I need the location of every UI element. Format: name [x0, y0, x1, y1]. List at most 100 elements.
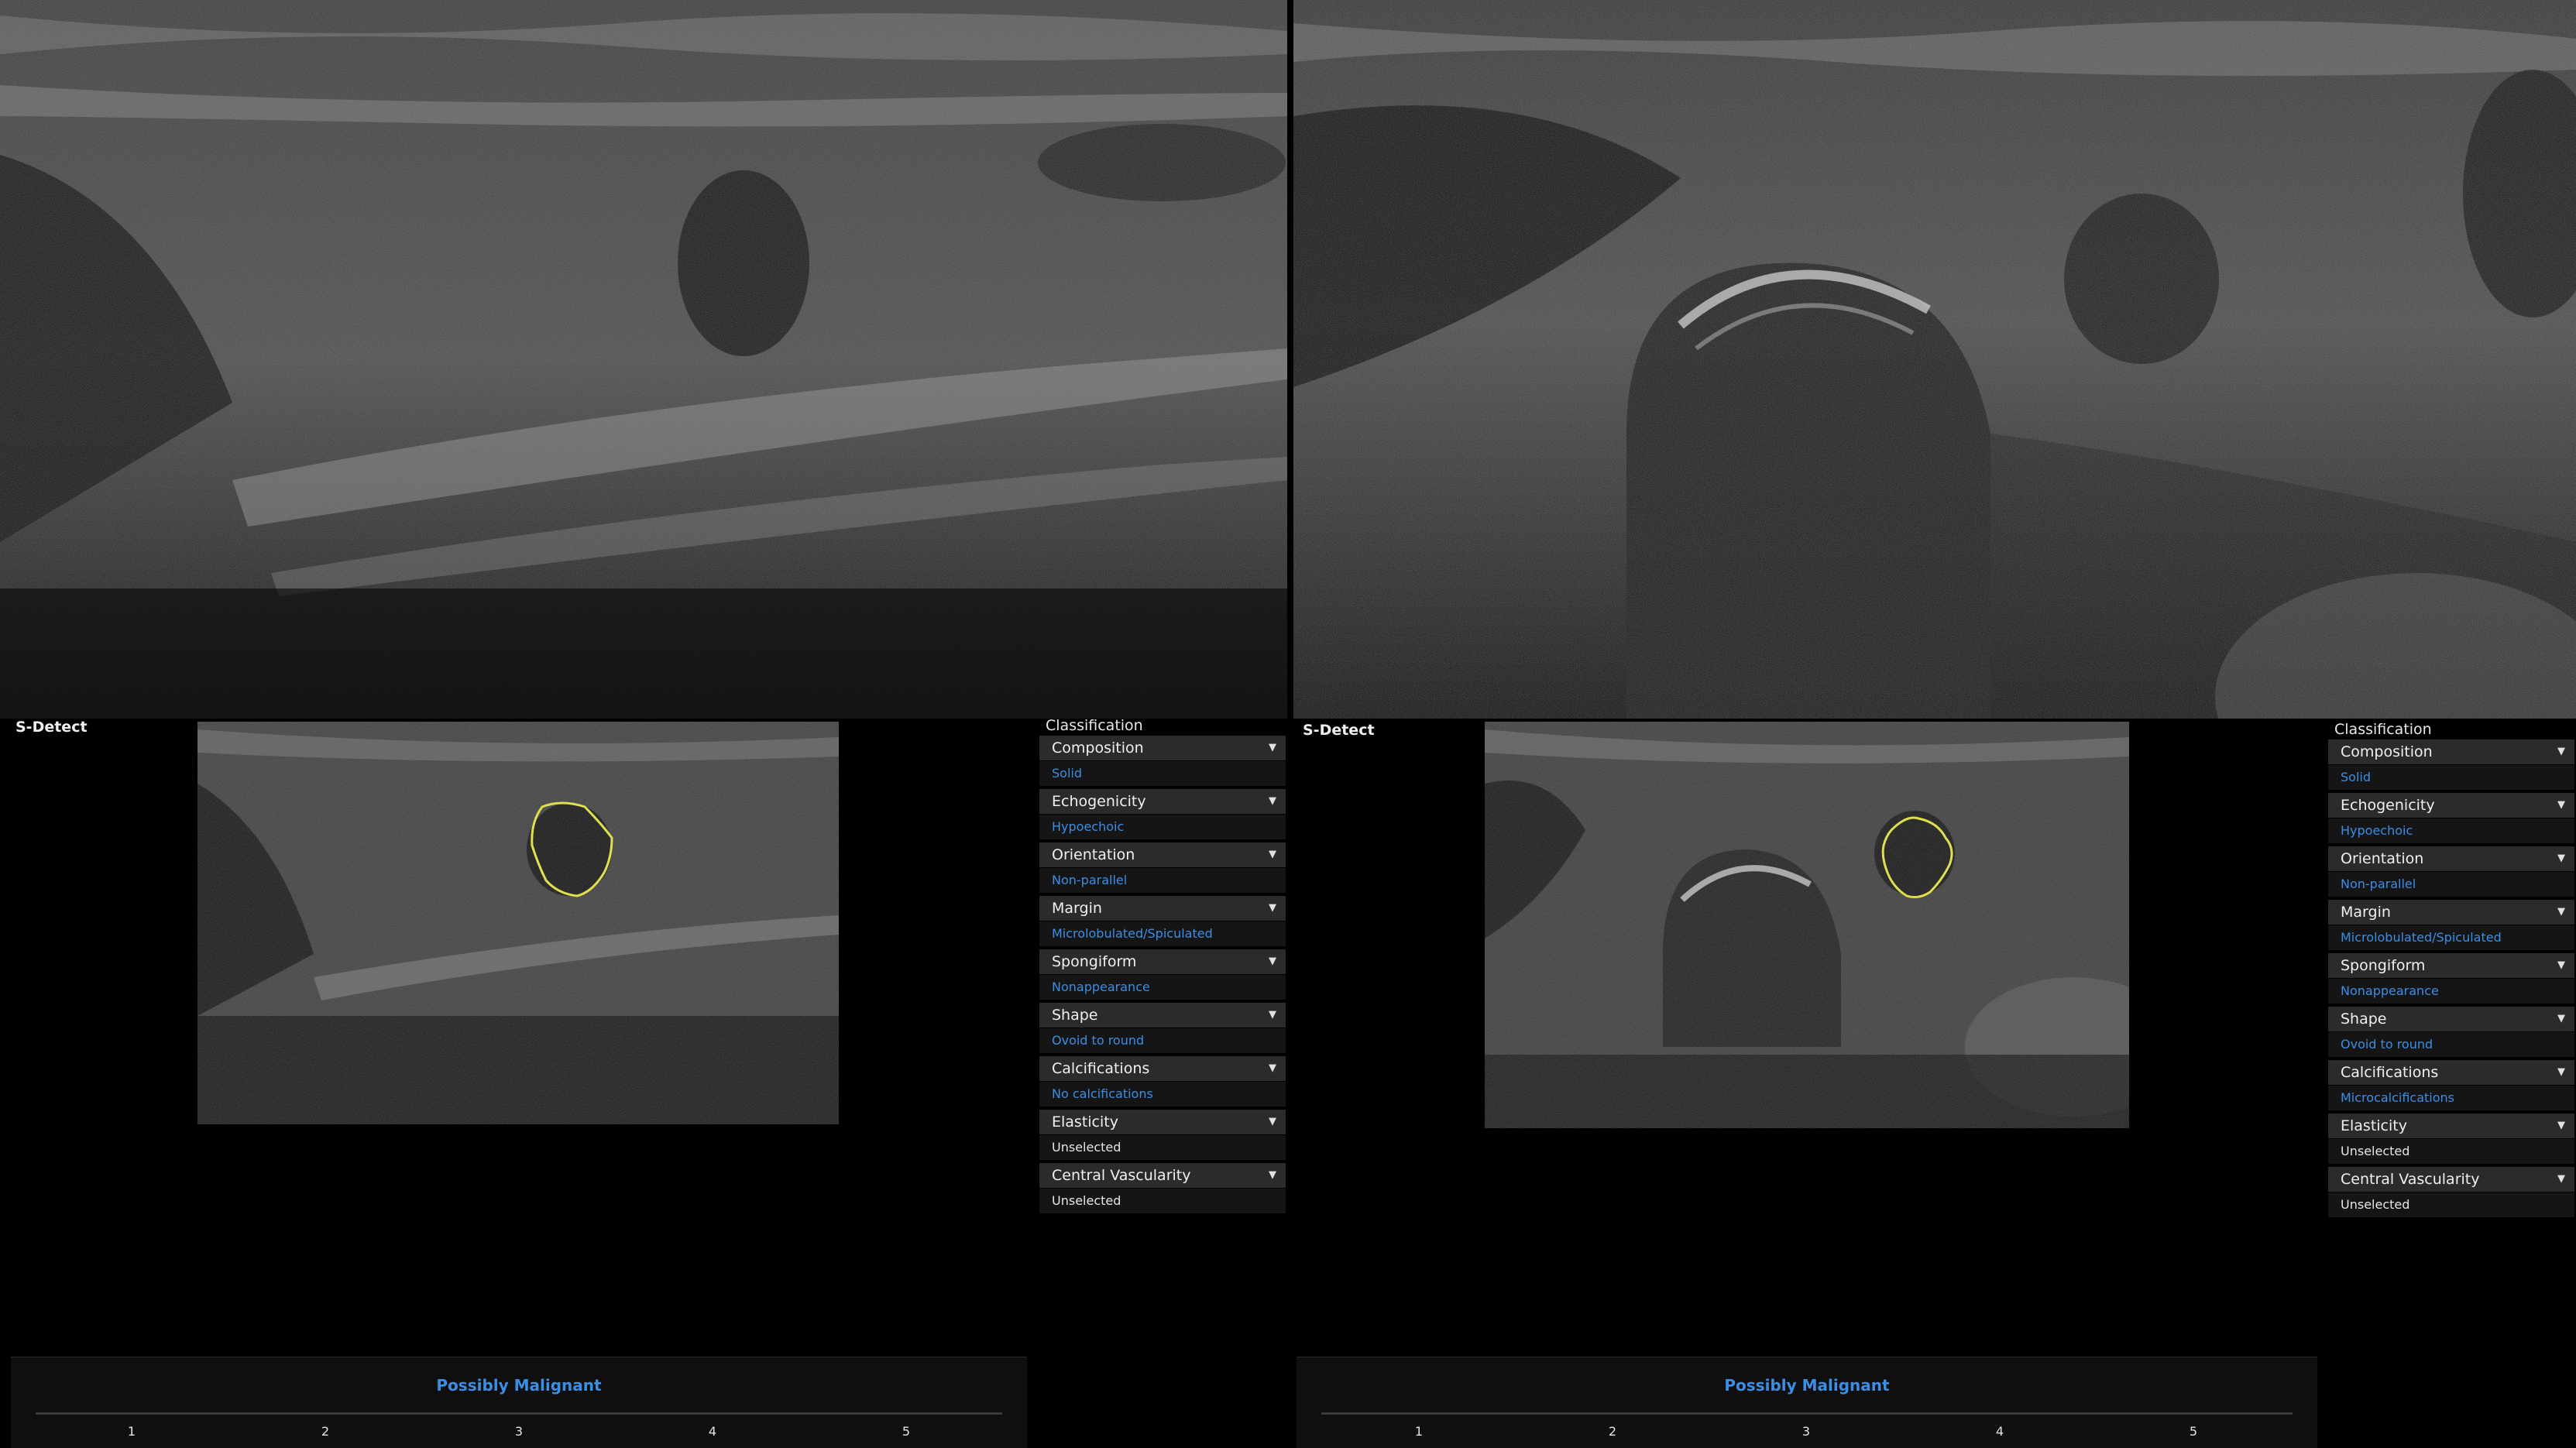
screen-divider	[1287, 0, 1293, 719]
caret-down-icon[interactable]: ▼	[2557, 1007, 2565, 1031]
caret-down-icon[interactable]: ▼	[1269, 736, 1276, 760]
category-header[interactable]: Central Vascularity ▼	[2328, 1167, 2574, 1192]
category-header[interactable]: Central Vascularity ▼	[1039, 1163, 1286, 1189]
category-header[interactable]: Spongiform ▼	[2328, 953, 2574, 979]
category-label: Calcifications	[1052, 1060, 1150, 1077]
category-label: Composition	[2341, 743, 2433, 760]
category-header[interactable]: Orientation ▼	[2328, 846, 2574, 872]
scale-number: 4	[1995, 1424, 2004, 1439]
category-value: No calcifications	[1039, 1082, 1286, 1107]
category-header[interactable]: Echogenicity ▼	[2328, 793, 2574, 818]
caret-down-icon[interactable]: ▼	[2557, 846, 2565, 871]
ultrasound-image-left	[0, 0, 1287, 719]
classification-title: Classification	[2334, 721, 2432, 738]
caret-down-icon[interactable]: ▼	[2557, 1167, 2565, 1192]
category-value: Solid	[2328, 765, 2574, 790]
category-header[interactable]: Margin ▼	[1039, 896, 1286, 921]
category-header[interactable]: Echogenicity ▼	[1039, 789, 1286, 815]
category-label: Composition	[1052, 739, 1144, 757]
category-header[interactable]: Margin ▼	[2328, 900, 2574, 925]
caret-down-icon[interactable]: ▼	[2557, 1060, 2565, 1085]
category-spongiform[interactable]: Spongiform ▼ Nonappearance	[1039, 949, 1286, 1000]
scale-number: 1	[1414, 1424, 1424, 1439]
ultrasound-image-right	[1293, 0, 2576, 719]
category-header[interactable]: Composition ▼	[2328, 739, 2574, 765]
category-header[interactable]: Calcifications ▼	[1039, 1056, 1286, 1082]
category-orientation[interactable]: Orientation ▼ Non-parallel	[2328, 846, 2574, 897]
category-composition[interactable]: Composition ▼ Solid	[1039, 736, 1286, 786]
category-label: Shape	[2341, 1011, 2387, 1028]
category-label: Margin	[2341, 904, 2391, 921]
caret-down-icon[interactable]: ▼	[2557, 900, 2565, 925]
caret-down-icon[interactable]: ▼	[1269, 896, 1276, 921]
category-header[interactable]: Shape ▼	[1039, 1003, 1286, 1028]
category-shape[interactable]: Shape ▼ Ovoid to round	[1039, 1003, 1286, 1053]
category-value: Ovoid to round	[1039, 1028, 1286, 1053]
classification-panel-left: Classification Composition ▼ Solid Echoge…	[1039, 715, 1286, 1216]
category-label: Elasticity	[1052, 1113, 1118, 1131]
category-header[interactable]: Spongiform ▼	[1039, 949, 1286, 975]
scale-number: 3	[1801, 1424, 1811, 1439]
category-shape[interactable]: Shape ▼ Ovoid to round	[2328, 1007, 2574, 1057]
category-calcifications[interactable]: Calcifications ▼ Microcalcifications	[2328, 1060, 2574, 1110]
category-value: Non-parallel	[2328, 872, 2574, 897]
caret-down-icon[interactable]: ▼	[1269, 1110, 1276, 1134]
caret-down-icon[interactable]: ▼	[1269, 1003, 1276, 1028]
classification-panel-right: Classification Composition ▼ Solid Echoge…	[2328, 719, 2574, 1220]
category-value: Hypoechoic	[2328, 818, 2574, 843]
category-header[interactable]: Calcifications ▼	[2328, 1060, 2574, 1086]
lesion-thumbnail-left	[197, 722, 839, 1124]
scale-number: 1	[127, 1424, 136, 1439]
scale-track	[1321, 1412, 2293, 1415]
s-detect-label: S-Detect	[1303, 722, 1375, 739]
category-label: Spongiform	[1052, 953, 1137, 970]
category-header[interactable]: Composition ▼	[1039, 736, 1286, 761]
caret-down-icon[interactable]: ▼	[1269, 1163, 1276, 1188]
s-detect-label: S-Detect	[15, 719, 88, 736]
category-header[interactable]: Elasticity ▼	[1039, 1110, 1286, 1135]
category-value: Solid	[1039, 761, 1286, 786]
result-label: Possibly Malignant	[436, 1376, 602, 1395]
category-central-vascularity[interactable]: Central Vascularity ▼ Unselected	[1039, 1163, 1286, 1213]
caret-down-icon[interactable]: ▼	[2557, 953, 2565, 978]
category-header[interactable]: Orientation ▼	[1039, 842, 1286, 868]
scale-number: 4	[708, 1424, 717, 1439]
scale-number: 5	[902, 1424, 911, 1439]
category-value: Non-parallel	[1039, 868, 1286, 893]
category-header[interactable]: Shape ▼	[2328, 1007, 2574, 1032]
scale-track	[36, 1412, 1002, 1415]
caret-down-icon[interactable]: ▼	[1269, 789, 1276, 814]
category-value: Microlobulated/Spiculated	[2328, 925, 2574, 950]
category-echogenicity[interactable]: Echogenicity ▼ Hypoechoic	[1039, 789, 1286, 839]
caret-down-icon[interactable]: ▼	[1269, 949, 1276, 974]
category-spongiform[interactable]: Spongiform ▼ Nonappearance	[2328, 953, 2574, 1004]
category-label: Echogenicity	[2341, 797, 2435, 814]
category-elasticity[interactable]: Elasticity ▼ Unselected	[1039, 1110, 1286, 1160]
category-label: Shape	[1052, 1007, 1098, 1024]
caret-down-icon[interactable]: ▼	[1269, 842, 1276, 867]
category-central-vascularity[interactable]: Central Vascularity ▼ Unselected	[2328, 1167, 2574, 1217]
category-label: Elasticity	[2341, 1117, 2407, 1134]
category-margin[interactable]: Margin ▼ Microlobulated/Spiculated	[2328, 900, 2574, 950]
caret-down-icon[interactable]: ▼	[2557, 793, 2565, 818]
category-calcifications[interactable]: Calcifications ▼ No calcifications	[1039, 1056, 1286, 1107]
category-orientation[interactable]: Orientation ▼ Non-parallel	[1039, 842, 1286, 893]
category-composition[interactable]: Composition ▼ Solid	[2328, 739, 2574, 790]
category-value: Ovoid to round	[2328, 1032, 2574, 1057]
category-header[interactable]: Elasticity ▼	[2328, 1113, 2574, 1139]
caret-down-icon[interactable]: ▼	[2557, 739, 2565, 764]
scale-number: 2	[321, 1424, 330, 1439]
category-label: Margin	[1052, 900, 1102, 917]
category-label: Orientation	[1052, 846, 1135, 863]
category-label: Spongiform	[2341, 957, 2426, 974]
caret-down-icon[interactable]: ▼	[1269, 1056, 1276, 1081]
category-value: Unselected	[2328, 1139, 2574, 1164]
caret-down-icon[interactable]: ▼	[2557, 1113, 2565, 1138]
scale-number: 3	[514, 1424, 524, 1439]
category-elasticity[interactable]: Elasticity ▼ Unselected	[2328, 1113, 2574, 1164]
category-margin[interactable]: Margin ▼ Microlobulated/Spiculated	[1039, 896, 1286, 946]
category-echogenicity[interactable]: Echogenicity ▼ Hypoechoic	[2328, 793, 2574, 843]
category-value: Microlobulated/Spiculated	[1039, 921, 1286, 946]
scale-number: 2	[1608, 1424, 1617, 1439]
category-value: Nonappearance	[2328, 979, 2574, 1004]
